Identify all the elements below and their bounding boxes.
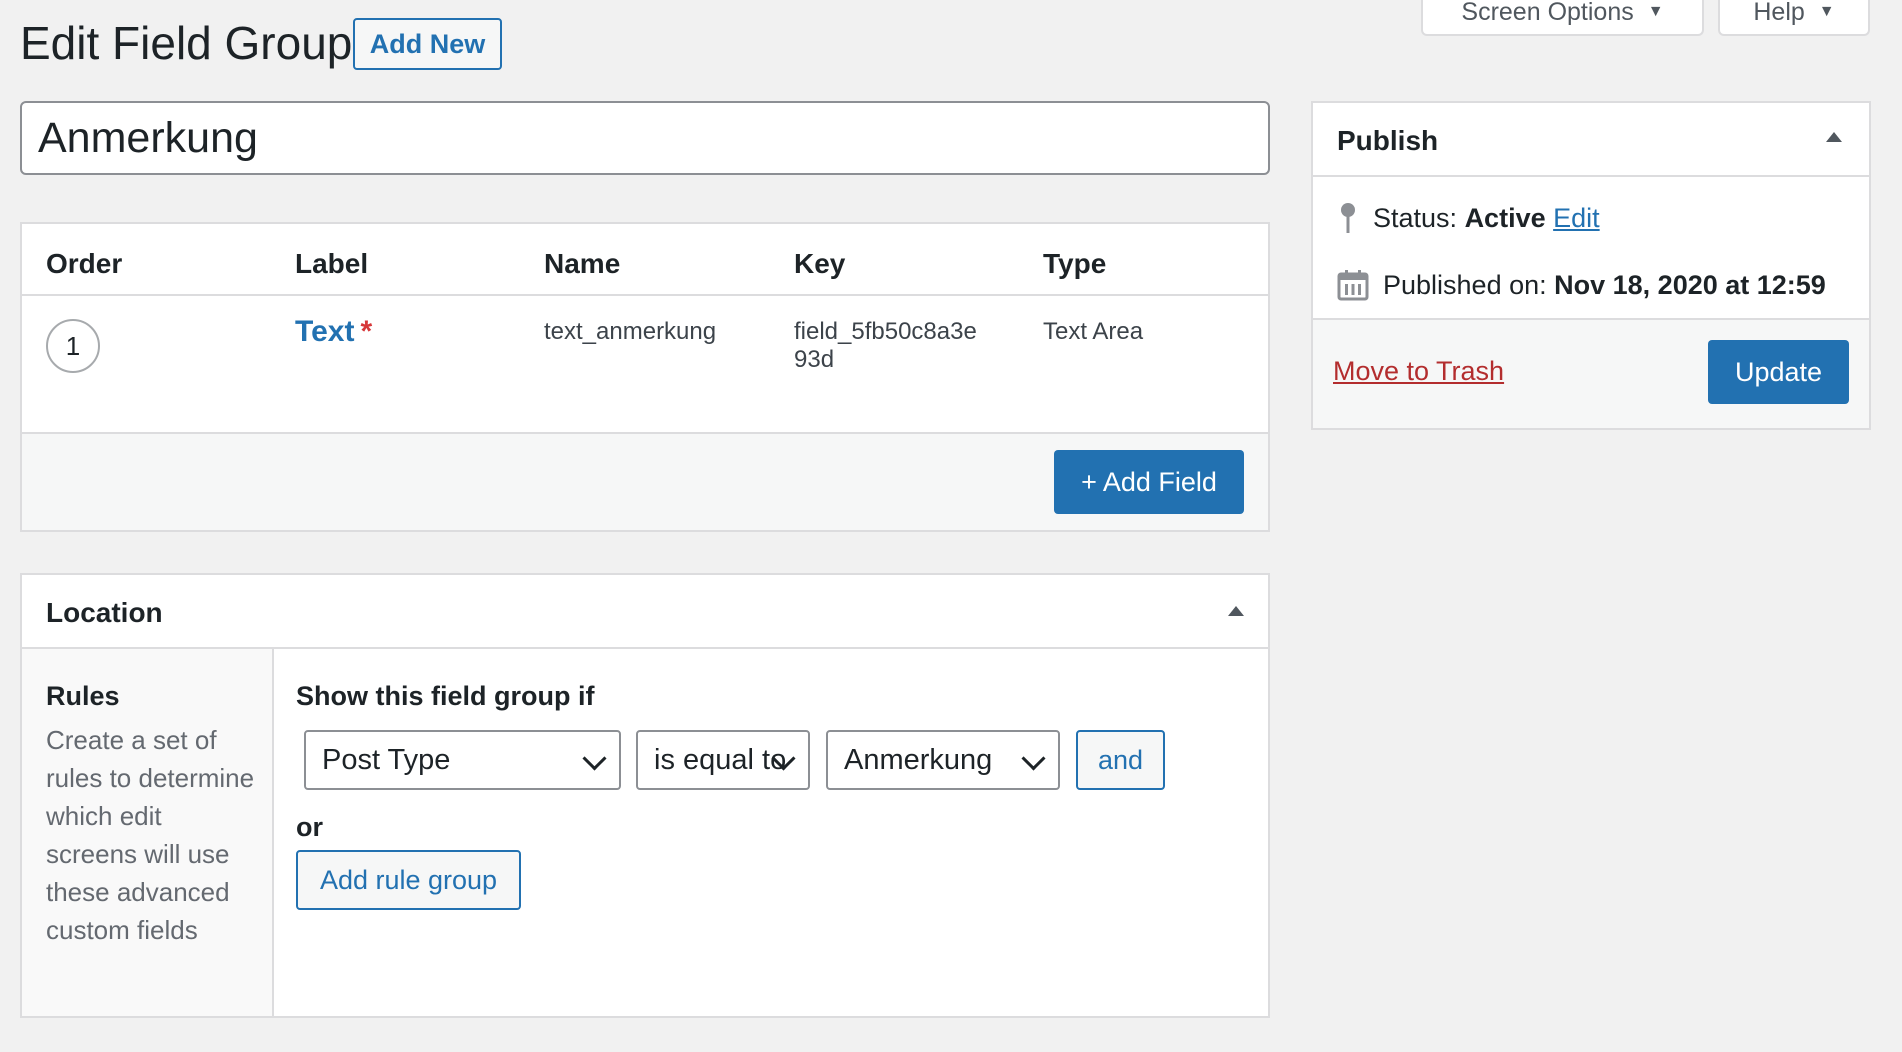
rule-value-select[interactable]: Anmerkung (826, 730, 1060, 790)
page-title: Edit Field Group (20, 17, 353, 69)
field-key-line1: field_5fb50c8a3e (794, 318, 977, 345)
publish-status-row: Status: Active Edit (1337, 201, 1600, 235)
screen-options-tab[interactable]: Screen Options ▼ (1421, 0, 1704, 36)
screen-options-label: Screen Options (1461, 0, 1634, 26)
published-on-row: Published on: Nov 18, 2020 at 12:59 (1337, 269, 1826, 301)
rules-sidebar: Rules Create a set of rules to determine… (22, 649, 274, 1016)
published-value: Nov 18, 2020 at 12:59 (1554, 269, 1826, 300)
caret-down-icon: ▼ (1647, 3, 1664, 20)
field-key: field_5fb50c8a3e 93d (794, 318, 977, 374)
column-header-key: Key (794, 248, 846, 279)
field-type: Text Area (1043, 318, 1144, 345)
collapse-toggle-icon[interactable] (1228, 606, 1244, 616)
rule-param-value: Post Type (322, 743, 451, 776)
field-label-link[interactable]: Text * (295, 315, 372, 349)
status-label: Status: (1373, 202, 1458, 233)
add-new-button[interactable]: Add New (353, 18, 502, 70)
status-edit-link[interactable]: Edit (1553, 203, 1600, 233)
published-label: Published on: (1383, 269, 1547, 300)
add-rule-group-button[interactable]: Add rule group (296, 850, 521, 910)
publish-header: Publish (1313, 103, 1869, 177)
fields-footer: + Add Field (22, 432, 1268, 530)
chevron-down-icon (1021, 746, 1046, 771)
fields-table: Order Label Name Key Type 1 Text * text_a… (20, 222, 1270, 532)
publish-title: Publish (1337, 125, 1439, 156)
rule-value-value: Anmerkung (844, 743, 993, 776)
publish-footer: Move to Trash Update (1313, 318, 1869, 428)
location-postbox: Location Rules Create a set of rules to … (20, 573, 1270, 1018)
column-header-order: Order (46, 248, 123, 279)
or-label: or (296, 812, 323, 842)
add-and-rule-button[interactable]: and (1076, 730, 1165, 790)
field-label-text: Text (295, 315, 355, 348)
column-header-type: Type (1043, 248, 1107, 279)
field-name: text_anmerkung (544, 318, 717, 345)
column-header-name: Name (544, 248, 621, 279)
rule-operator-select[interactable]: is equal to (636, 730, 810, 790)
chevron-down-icon (582, 746, 607, 771)
rules-title: Rules (46, 681, 120, 711)
location-title: Location (46, 597, 163, 628)
pin-icon (1337, 201, 1359, 235)
help-label: Help (1753, 0, 1805, 26)
help-tab[interactable]: Help ▼ (1718, 0, 1870, 36)
divider (22, 294, 1268, 296)
collapse-toggle-icon[interactable] (1826, 132, 1842, 142)
field-key-line2: 93d (794, 346, 835, 373)
show-if-label: Show this field group if (296, 681, 595, 711)
publish-postbox: Publish Status: Active Edit Published on… (1311, 101, 1871, 430)
move-to-trash-link[interactable]: Move to Trash (1333, 356, 1504, 387)
rule-operator-value: is equal to (654, 743, 787, 776)
update-button[interactable]: Update (1708, 340, 1849, 404)
field-group-title-input[interactable] (20, 101, 1270, 175)
column-header-label: Label (295, 248, 369, 279)
add-field-button[interactable]: + Add Field (1054, 450, 1244, 514)
status-value: Active (1464, 202, 1546, 233)
rules-description: Create a set of rules to determine which… (46, 725, 255, 945)
required-marker: * (360, 315, 373, 348)
field-order-handle[interactable]: 1 (46, 319, 100, 373)
caret-down-icon: ▼ (1818, 3, 1835, 20)
calendar-icon (1337, 269, 1369, 301)
rule-param-select[interactable]: Post Type (304, 730, 621, 790)
location-header: Location (22, 575, 1268, 649)
